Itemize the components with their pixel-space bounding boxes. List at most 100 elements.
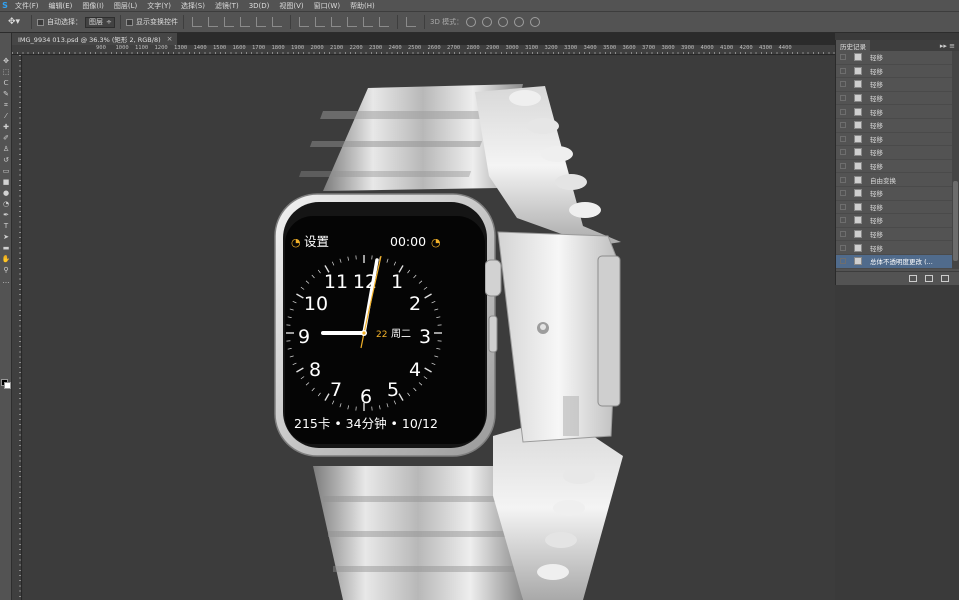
menu-layer[interactable]: 图层(L)	[109, 1, 142, 11]
move-tool-icon[interactable]: ✥	[1, 56, 11, 66]
history-item[interactable]: 轻移	[836, 119, 959, 133]
auto-align-icon[interactable]	[406, 17, 416, 27]
history-tab[interactable]: 历史记录	[836, 40, 870, 51]
history-brush-source[interactable]	[836, 160, 850, 173]
scrollbar-thumb[interactable]	[953, 181, 958, 261]
history-item[interactable]: 轻移	[836, 187, 959, 201]
history-brush-source[interactable]	[836, 228, 850, 241]
menu-edit[interactable]: 编辑(E)	[44, 1, 78, 11]
history-brush-source[interactable]	[836, 214, 850, 227]
menu-3d[interactable]: 3D(D)	[244, 2, 275, 10]
history-brush-source[interactable]	[836, 78, 850, 91]
scale-3d-icon[interactable]	[530, 17, 541, 27]
distribute-left-icon[interactable]	[347, 17, 357, 27]
menu-select[interactable]: 选择(S)	[176, 1, 210, 11]
new-document-from-state-icon[interactable]	[909, 275, 917, 282]
history-brush-icon[interactable]: ↺	[1, 155, 11, 165]
align-bottom-icon[interactable]	[224, 17, 234, 27]
history-brush-source[interactable]	[836, 201, 850, 214]
history-brush-source[interactable]	[836, 133, 850, 146]
menu-window[interactable]: 窗口(W)	[309, 1, 345, 11]
history-item[interactable]: 轻移	[836, 51, 959, 65]
align-hcenter-icon[interactable]	[256, 17, 266, 27]
auto-select-checkbox[interactable]	[37, 18, 44, 26]
menu-filter[interactable]: 滤镜(T)	[210, 1, 244, 11]
history-item[interactable]: 轻移	[836, 241, 959, 255]
menu-file[interactable]: 文件(F)	[10, 1, 44, 11]
panel-menu-icon[interactable]: ▸▸ ≡	[940, 42, 959, 50]
marquee-tool-icon[interactable]: ⬚	[1, 67, 11, 77]
snapshot-camera-icon[interactable]	[925, 275, 933, 282]
eyedropper-tool-icon[interactable]: ⁄	[1, 111, 11, 121]
align-top-icon[interactable]	[192, 17, 202, 27]
trash-icon[interactable]	[941, 275, 949, 282]
drag-3d-icon[interactable]	[498, 17, 509, 27]
horizontal-ruler[interactable]: 900 1000 1100 1200 1300 1400 1500 1600 1700 1800 1…	[12, 45, 835, 55]
move-tool-preset-icon[interactable]: ✥▾	[2, 15, 26, 29]
history-item[interactable]: 轻移	[836, 201, 959, 215]
distribute-vcenter-icon[interactable]	[315, 17, 325, 27]
menu-image[interactable]: 图像(I)	[77, 1, 109, 11]
history-item[interactable]: 轻移	[836, 214, 959, 228]
history-item[interactable]: 轻移	[836, 78, 959, 92]
quick-select-tool-icon[interactable]: ✎	[1, 89, 11, 99]
history-brush-source[interactable]	[836, 105, 850, 118]
history-brush-source[interactable]	[836, 146, 850, 159]
history-brush-source[interactable]	[836, 255, 850, 268]
app-logo[interactable]: S	[0, 1, 10, 10]
history-brush-source[interactable]	[836, 65, 850, 78]
history-item[interactable]: 轻移	[836, 65, 959, 79]
lasso-tool-icon[interactable]: ᑕ	[1, 78, 11, 88]
history-item[interactable]: 轻移	[836, 92, 959, 106]
menu-type[interactable]: 文字(Y)	[142, 1, 176, 11]
blur-tool-icon[interactable]: ●	[1, 188, 11, 198]
healing-brush-icon[interactable]: ✚	[1, 122, 11, 132]
eraser-tool-icon[interactable]: ▭	[1, 166, 11, 176]
zoom-tool-icon[interactable]: ⚲	[1, 265, 11, 275]
align-vcenter-icon[interactable]	[208, 17, 218, 27]
distribute-hcenter-icon[interactable]	[363, 17, 373, 27]
history-item[interactable]: 轻移	[836, 133, 959, 147]
align-left-icon[interactable]	[240, 17, 250, 27]
roll-3d-icon[interactable]	[482, 17, 493, 27]
slide-3d-icon[interactable]	[514, 17, 525, 27]
history-brush-source[interactable]	[836, 51, 850, 64]
history-scrollbar[interactable]	[952, 51, 959, 269]
history-item[interactable]: 轻移	[836, 105, 959, 119]
path-select-icon[interactable]: ➤	[1, 232, 11, 242]
dodge-tool-icon[interactable]: ◔	[1, 199, 11, 209]
background-color-swatch[interactable]	[4, 382, 11, 389]
history-item[interactable]: 轻移	[836, 228, 959, 242]
menu-help[interactable]: 帮助(H)	[345, 1, 380, 11]
auto-select-dropdown[interactable]: 图层 ÷	[85, 16, 115, 28]
distribute-top-icon[interactable]	[299, 17, 309, 27]
shape-tool-icon[interactable]: ▬	[1, 243, 11, 253]
more-tools-icon[interactable]: …	[1, 276, 11, 286]
type-tool-icon[interactable]: T	[1, 221, 11, 231]
history-brush-source[interactable]	[836, 173, 850, 186]
crop-tool-icon[interactable]: ⌗	[1, 100, 11, 110]
distribute-bottom-icon[interactable]	[331, 17, 341, 27]
stamp-tool-icon[interactable]: ♙	[1, 144, 11, 154]
distribute-right-icon[interactable]	[379, 17, 389, 27]
history-item[interactable]: 自由变换	[836, 173, 959, 187]
document-tab[interactable]: IMG_9934 013.psd @ 36.3% (矩形 2, RGB/8) ×	[12, 33, 177, 45]
history-brush-source[interactable]	[836, 241, 850, 254]
canvas[interactable]: ◔ 设置 00:00 ◔ 12 1 2 3 4 5 6 7 8 9 10 11 …	[23, 56, 835, 600]
brush-tool-icon[interactable]: ✐	[1, 133, 11, 143]
vertical-ruler[interactable]	[12, 55, 22, 600]
history-brush-source[interactable]	[836, 187, 850, 200]
pen-tool-icon[interactable]: ✒	[1, 210, 11, 220]
history-item[interactable]: 轻移	[836, 146, 959, 160]
history-item-selected[interactable]: 总体不透明度更改 (...	[836, 254, 959, 269]
menu-view[interactable]: 视图(V)	[274, 1, 308, 11]
align-right-icon[interactable]	[272, 17, 282, 27]
show-transform-checkbox[interactable]	[126, 18, 133, 26]
history-brush-source[interactable]	[836, 92, 850, 105]
hand-tool-icon[interactable]: ✋	[1, 254, 11, 264]
gradient-tool-icon[interactable]: ■	[1, 177, 11, 187]
rotate-3d-icon[interactable]	[466, 17, 477, 27]
close-icon[interactable]: ×	[167, 35, 173, 43]
history-brush-source[interactable]	[836, 119, 850, 132]
history-item[interactable]: 轻移	[836, 160, 959, 174]
